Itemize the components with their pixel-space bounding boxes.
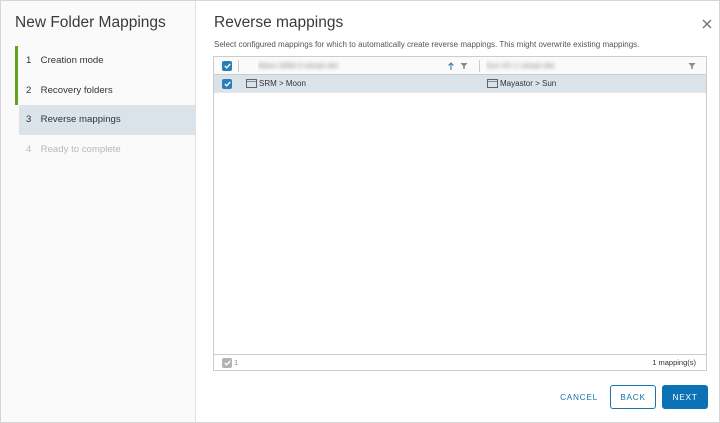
folder-icon (487, 79, 498, 88)
column-header-target-label: Sun VC-1 virtual site (486, 61, 555, 70)
step-label: Creation mode (40, 55, 104, 66)
step-label: Ready to complete (40, 143, 121, 155)
main-panel: Reverse mappings Select configured mappi… (197, 1, 719, 422)
step-reverse-mappings[interactable]: 3 Reverse mappings (19, 105, 196, 135)
step-label: Reverse mappings (40, 114, 121, 125)
total-count: 1 mapping(s) (652, 358, 696, 367)
wizard-sidebar: New Folder Mappings 1 Creation mode 2 Re… (1, 1, 196, 422)
filter-icon[interactable] (460, 62, 468, 70)
column-header-source[interactable]: Moon SRM-3 virtual site (258, 57, 438, 75)
table-row[interactable]: SRM > Moon Mayastor > Sun (214, 75, 706, 93)
wizard-title: New Folder Mappings (15, 14, 166, 31)
datagrid-footer: 1 1 mapping(s) (214, 354, 706, 370)
source-mapping-cell: SRM > Moon (259, 79, 306, 88)
sort-ascending-icon[interactable] (447, 61, 455, 71)
step-creation-mode[interactable]: 1 Creation mode (15, 46, 196, 76)
step-recovery-folders[interactable]: 2 Recovery folders (15, 75, 196, 106)
column-header-target[interactable]: Sun VC-1 virtual site (486, 57, 676, 75)
datagrid-header: Moon SRM-3 virtual site Sun VC-1 virtual… (214, 57, 706, 75)
check-icon (223, 360, 231, 366)
column-separator (479, 60, 480, 72)
back-button[interactable]: BACK (610, 385, 656, 409)
select-all-checkbox[interactable] (222, 61, 232, 71)
step-number: 1 (26, 55, 32, 66)
step-number: 3 (26, 114, 32, 125)
target-mapping-cell: Mayastor > Sun (500, 79, 557, 88)
selection-summary-checkbox (222, 358, 232, 368)
step-ready-to-complete: 4 Ready to complete (15, 135, 196, 165)
step-number: 2 (26, 84, 32, 96)
row-checkbox[interactable] (222, 79, 232, 89)
folder-icon (246, 79, 257, 88)
page-description: Select configured mappings for which to … (214, 40, 640, 49)
page-title: Reverse mappings (214, 14, 344, 31)
step-label: Recovery folders (40, 84, 113, 96)
column-header-source-label: Moon SRM-3 virtual site (258, 61, 339, 70)
wizard-dialog: New Folder Mappings 1 Creation mode 2 Re… (0, 0, 720, 423)
filter-icon[interactable] (688, 62, 696, 70)
next-button[interactable]: NEXT (662, 385, 708, 409)
close-icon[interactable] (700, 17, 714, 31)
column-separator (238, 60, 239, 72)
cancel-button[interactable]: CANCEL (551, 385, 607, 409)
selected-count: 1 (234, 358, 239, 367)
wizard-steps: 1 Creation mode 2 Recovery folders 3 Rev… (15, 46, 196, 164)
check-icon (223, 63, 231, 69)
step-number: 4 (26, 143, 32, 155)
mappings-datagrid: Moon SRM-3 virtual site Sun VC-1 virtual… (213, 56, 707, 371)
check-icon (223, 81, 231, 87)
